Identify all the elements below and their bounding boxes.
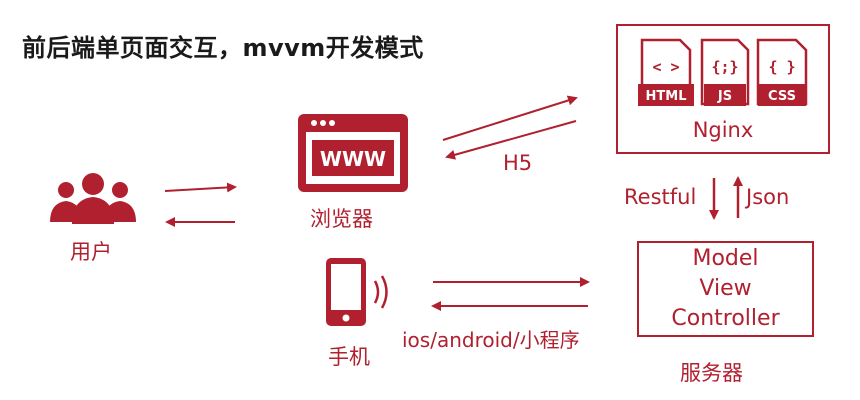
mvc-server-box: Model View Controller — [637, 241, 814, 337]
json-label: Json — [746, 185, 790, 209]
user-label: 用户 — [70, 240, 112, 264]
mvc-controller: Controller — [671, 306, 780, 331]
arrow-user-to-browser — [164, 182, 237, 193]
nginx-label: Nginx — [692, 118, 754, 142]
users-icon — [50, 173, 136, 224]
restful-label: Restful — [624, 185, 697, 209]
diagram: 前后端单页面交互，mvvm开发模式 WWW < > HTML {;} JS {… — [0, 0, 860, 400]
mvc-model: Model — [692, 246, 759, 271]
phone-label: 手机 — [328, 345, 370, 369]
browser-label: 浏览器 — [310, 207, 373, 231]
server-label: 服务器 — [680, 361, 743, 385]
browser-www-text: WWW — [320, 147, 386, 171]
mvc-view: View — [699, 276, 752, 301]
browser-www-icon: WWW — [298, 114, 408, 192]
arrow-browser-to-nginx — [442, 95, 578, 141]
h5-label: H5 — [503, 151, 533, 175]
smartphone-icon — [326, 258, 388, 326]
mobile-clients-label: ios/android/小程序 — [402, 328, 580, 352]
